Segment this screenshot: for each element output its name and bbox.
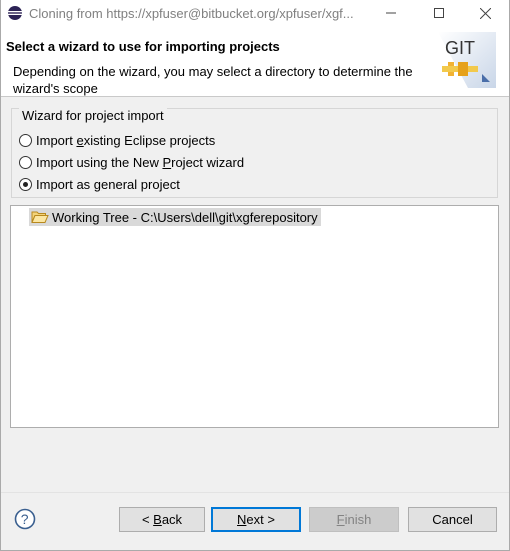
radio-label: Import using the New Project wizard	[36, 155, 245, 170]
project-tree[interactable]: Working Tree - C:\Users\dell\git\xgferep…	[10, 205, 499, 428]
page-description: Depending on the wizard, you may select …	[13, 64, 413, 96]
close-button[interactable]	[463, 0, 507, 26]
tree-item-working-tree[interactable]: Working Tree - C:\Users\dell\git\xgferep…	[29, 208, 321, 226]
maximize-icon	[434, 8, 444, 18]
wizard-header: Select a wizard to use for importing pro…	[1, 26, 509, 97]
wizard-group-title: Wizard for project import	[19, 108, 167, 123]
radio-label: Import as general project	[36, 177, 180, 192]
wizard-group: Wizard for project import Import existin…	[11, 108, 498, 198]
svg-text:?: ?	[21, 511, 29, 527]
radio-circle[interactable]	[19, 156, 32, 169]
git-logo-icon: GIT	[438, 32, 496, 88]
minimize-button[interactable]	[369, 0, 413, 26]
folder-open-icon	[31, 211, 49, 223]
cancel-button[interactable]: Cancel	[408, 507, 497, 532]
eclipse-icon	[8, 6, 22, 20]
radio-import-new-project-wizard[interactable]: Import using the New Project wizard	[19, 155, 244, 170]
finish-button[interactable]: Finish	[309, 507, 399, 532]
radio-circle[interactable]	[19, 134, 32, 147]
minimize-icon	[386, 12, 396, 14]
git-logo-text: GIT	[445, 38, 475, 58]
radio-label: Import existing Eclipse projects	[36, 133, 216, 148]
radio-import-existing-eclipse-projects[interactable]: Import existing Eclipse projects	[19, 133, 215, 148]
back-button[interactable]: < Back	[119, 507, 205, 532]
maximize-button[interactable]	[417, 0, 461, 26]
title-bar: Cloning from https://xpfuser@bitbucket.o…	[1, 0, 509, 26]
radio-circle-selected[interactable]	[19, 178, 32, 191]
window-title: Cloning from https://xpfuser@bitbucket.o…	[29, 5, 354, 21]
next-button[interactable]: Next >	[211, 507, 301, 532]
close-icon	[479, 7, 491, 19]
page-title: Select a wizard to use for importing pro…	[6, 39, 280, 54]
radio-import-general-project[interactable]: Import as general project	[19, 177, 180, 192]
tree-item-label: Working Tree - C:\Users\dell\git\xgferep…	[52, 209, 318, 225]
help-icon[interactable]: ?	[14, 508, 36, 530]
radio-selected-dot	[23, 182, 28, 187]
import-wizard-window: Cloning from https://xpfuser@bitbucket.o…	[0, 0, 510, 551]
button-bar-separator	[1, 492, 509, 493]
